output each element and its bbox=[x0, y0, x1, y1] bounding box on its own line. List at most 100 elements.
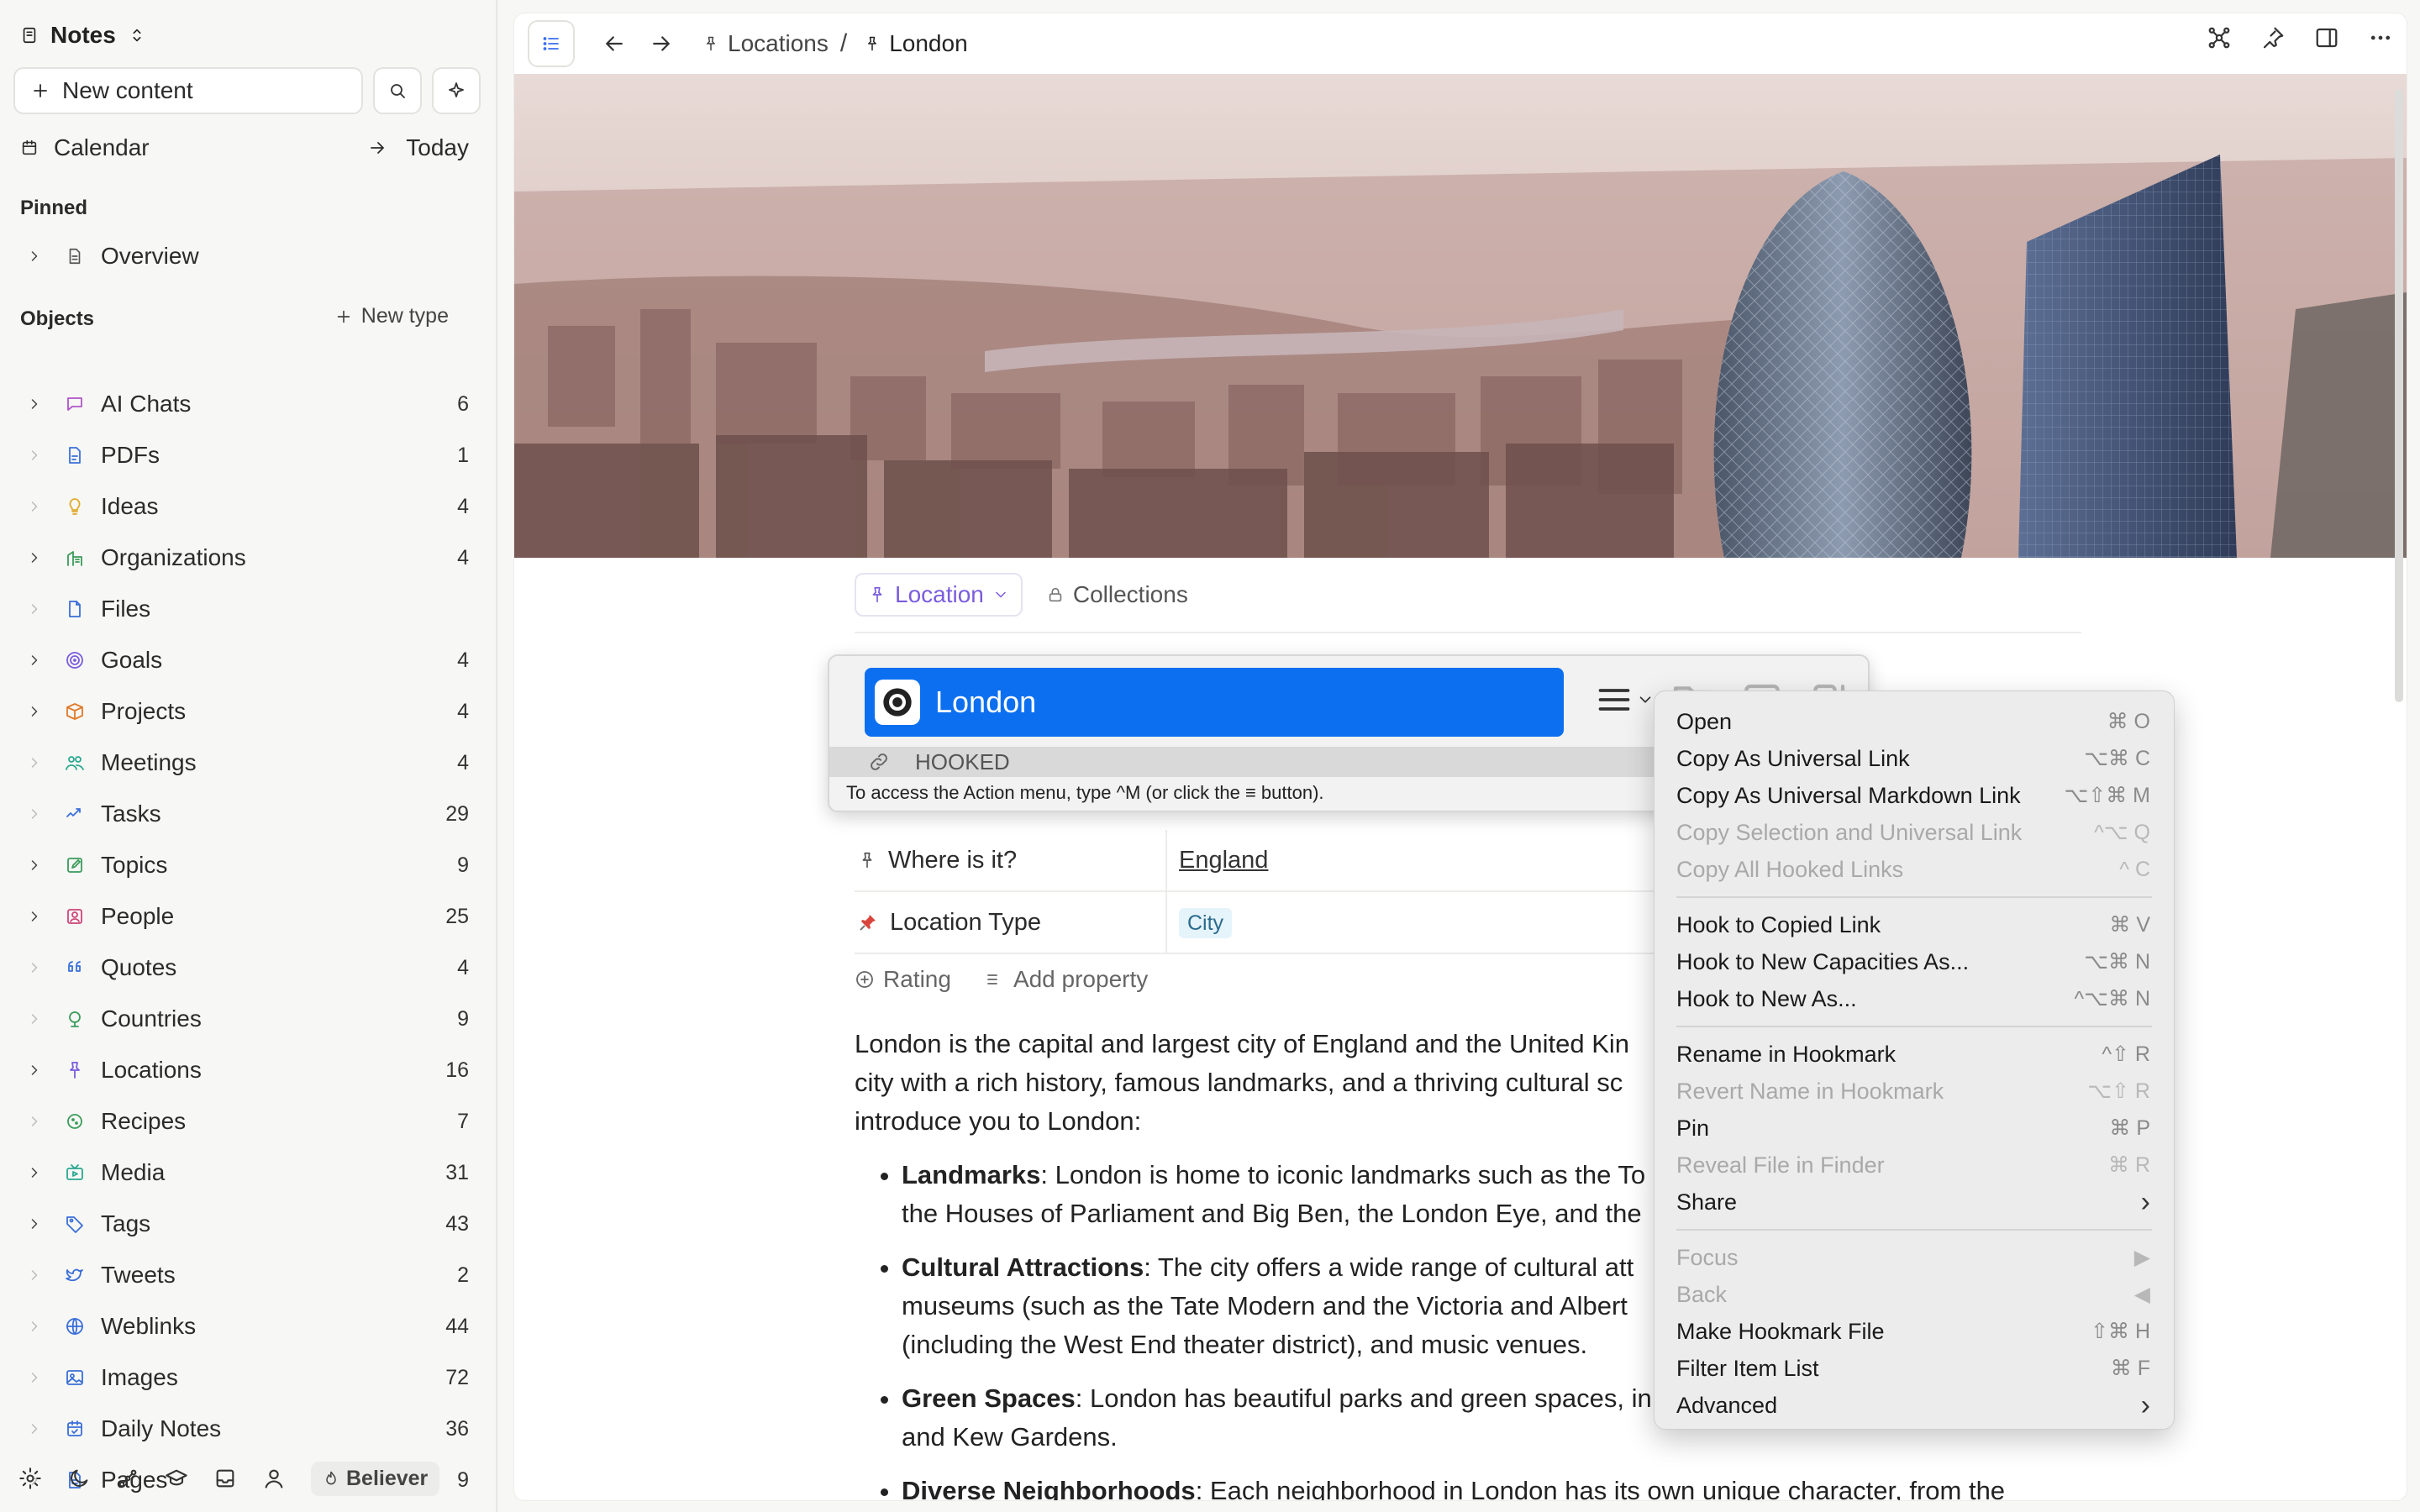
sidebar-item-count: 36 bbox=[445, 1416, 469, 1441]
ai-assistant-button[interactable] bbox=[432, 67, 481, 114]
plan-badge[interactable]: Believer bbox=[311, 1461, 440, 1496]
add-property-button[interactable]: Add property bbox=[985, 966, 1148, 993]
sidebar-item-ideas[interactable]: Ideas 4 bbox=[24, 486, 469, 528]
menu-item-copy-as-universal-markdown-link[interactable]: Copy As Universal Markdown Link ⌥⇧⌘ M bbox=[1655, 777, 2174, 814]
calendar-link[interactable]: Calendar bbox=[20, 134, 367, 161]
menu-item-share[interactable]: Share › bbox=[1655, 1184, 2174, 1221]
chevron-right-icon[interactable] bbox=[24, 1215, 45, 1232]
menu-item-make-hookmark-file[interactable]: Make Hookmark File ⇧⌘ H bbox=[1655, 1313, 2174, 1350]
new-type-button[interactable]: New type bbox=[334, 304, 449, 328]
chevron-right-icon[interactable] bbox=[24, 703, 45, 720]
chevron-right-icon[interactable] bbox=[24, 1420, 45, 1437]
chevron-right-icon[interactable] bbox=[24, 1318, 45, 1335]
menu-item-hook-to-copied-link[interactable]: Hook to Copied Link ⌘ V bbox=[1655, 906, 2174, 943]
sidebar-item-label: Images bbox=[101, 1364, 178, 1390]
chevron-right-icon[interactable] bbox=[24, 1011, 45, 1027]
moon-icon[interactable] bbox=[67, 1467, 91, 1490]
chevron-right-icon[interactable] bbox=[24, 447, 45, 464]
sidebar-item-goals[interactable]: Goals 4 bbox=[24, 639, 469, 681]
chat-icon bbox=[62, 391, 87, 417]
chevron-down-icon bbox=[992, 586, 1009, 603]
menu-item-hook-to-new-capacities-as[interactable]: Hook to New Capacities As... ⌥⌘ N bbox=[1655, 943, 2174, 980]
scrollbar-thumb[interactable] bbox=[2395, 89, 2403, 702]
menu-item-shortcut: ⌘ F bbox=[2110, 1357, 2150, 1380]
sidebar-item-label: People bbox=[101, 903, 175, 929]
chevron-right-icon[interactable] bbox=[24, 652, 45, 669]
add-rating-button[interactable]: Rating bbox=[855, 966, 951, 993]
sidebar-item-recipes[interactable]: Recipes 7 bbox=[24, 1100, 469, 1142]
chevron-right-icon[interactable] bbox=[24, 908, 45, 925]
sidebar-item-topics[interactable]: Topics 9 bbox=[24, 844, 469, 886]
sidebar-item-projects[interactable]: Projects 4 bbox=[24, 690, 469, 732]
inbox-icon[interactable] bbox=[213, 1467, 237, 1490]
location-type-tag[interactable]: City bbox=[1179, 907, 1233, 938]
account-icon[interactable] bbox=[262, 1467, 286, 1490]
sidebar-item-daily-notes[interactable]: Daily Notes 36 bbox=[24, 1408, 469, 1450]
menu-item-copy-as-universal-link[interactable]: Copy As Universal Link ⌥⌘ C bbox=[1655, 740, 2174, 777]
sidebar-toggle-icon[interactable] bbox=[2314, 25, 2339, 50]
new-content-button[interactable]: New content bbox=[13, 67, 363, 114]
sidebar-item-media[interactable]: Media 31 bbox=[24, 1152, 469, 1194]
menu-item-filter-item-list[interactable]: Filter Item List ⌘ F bbox=[1655, 1350, 2174, 1387]
chevron-right-icon[interactable] bbox=[24, 1164, 45, 1181]
menu-item-rename-in-hookmark[interactable]: Rename in Hookmark ^⇧ R bbox=[1655, 1036, 2174, 1073]
chevron-right-icon[interactable] bbox=[24, 959, 45, 976]
sidebar-item-weblinks[interactable]: Weblinks 44 bbox=[24, 1305, 469, 1347]
sidebar-item-quotes[interactable]: Quotes 4 bbox=[24, 947, 469, 989]
space-switcher[interactable]: Notes bbox=[20, 17, 146, 54]
sidebar-item-locations[interactable]: Locations 16 bbox=[24, 1049, 469, 1091]
property-row-where[interactable]: Where is it? England bbox=[855, 830, 1695, 892]
chevron-right-icon[interactable] bbox=[24, 248, 45, 265]
sidebar-item-ai-chats[interactable]: AI Chats 6 bbox=[24, 383, 469, 425]
breadcrumb-locations[interactable]: Locations bbox=[702, 30, 829, 57]
breadcrumb-london[interactable]: London bbox=[864, 30, 968, 57]
toc-button[interactable] bbox=[528, 20, 575, 67]
property-value-link[interactable]: England bbox=[1179, 847, 1268, 874]
sidebar-item-tasks[interactable]: Tasks 29 bbox=[24, 793, 469, 835]
graph-view-icon[interactable] bbox=[2207, 25, 2232, 50]
sidebar-item-countries[interactable]: Countries 9 bbox=[24, 998, 469, 1040]
chevron-right-icon[interactable] bbox=[24, 806, 45, 822]
settings-icon[interactable] bbox=[18, 1467, 42, 1490]
chevron-right-icon[interactable] bbox=[24, 396, 45, 412]
menu-item-pin[interactable]: Pin ⌘ P bbox=[1655, 1110, 2174, 1147]
chevron-right-icon[interactable] bbox=[24, 1267, 45, 1284]
sidebar-item-count: 4 bbox=[457, 545, 469, 570]
menu-item-advanced[interactable]: Advanced › bbox=[1655, 1387, 2174, 1424]
today-link[interactable]: Today bbox=[367, 134, 469, 161]
menu-item-label: Copy Selection and Universal Link bbox=[1676, 819, 2023, 845]
menu-item-label: Reveal File in Finder bbox=[1676, 1152, 1885, 1178]
sidebar-item-files[interactable]: Files bbox=[24, 588, 469, 630]
property-row-location-type[interactable]: Location Type City bbox=[855, 892, 1695, 954]
sidebar-item-pdfs[interactable]: PDFs 1 bbox=[24, 434, 469, 476]
chevron-right-icon[interactable] bbox=[24, 601, 45, 617]
menu-item-label: Hook to New As... bbox=[1676, 985, 1857, 1011]
academy-icon[interactable] bbox=[165, 1467, 188, 1490]
chevron-right-icon[interactable] bbox=[24, 1369, 45, 1386]
sidebar-item-people[interactable]: People 25 bbox=[24, 895, 469, 937]
hooked-item-title[interactable]: London bbox=[865, 668, 1564, 737]
collections-button[interactable]: Collections bbox=[1046, 581, 1188, 608]
type-selector[interactable]: Location bbox=[855, 573, 1023, 617]
chevron-right-icon[interactable] bbox=[24, 1062, 45, 1079]
sidebar-item-organizations[interactable]: Organizations 4 bbox=[24, 537, 469, 579]
forward-arrow-icon[interactable] bbox=[649, 31, 674, 56]
action-menu-button[interactable] bbox=[1596, 681, 1655, 718]
sidebar-item-images[interactable]: Images 72 bbox=[24, 1357, 469, 1399]
more-icon[interactable] bbox=[2368, 25, 2393, 50]
chevron-right-icon[interactable] bbox=[24, 498, 45, 515]
sidebar-item-tweets[interactable]: Tweets 2 bbox=[24, 1254, 469, 1296]
back-arrow-icon[interactable] bbox=[602, 31, 627, 56]
chevron-right-icon[interactable] bbox=[24, 549, 45, 566]
pinned-item-overview[interactable]: Overview bbox=[24, 235, 469, 277]
chevron-right-icon[interactable] bbox=[24, 1113, 45, 1130]
search-button[interactable] bbox=[373, 67, 422, 114]
chevron-right-icon[interactable] bbox=[24, 857, 45, 874]
menu-item-hook-to-new-as[interactable]: Hook to New As... ^⌥⌘ N bbox=[1655, 980, 2174, 1017]
graph-icon[interactable] bbox=[116, 1467, 139, 1490]
sidebar-item-tags[interactable]: Tags 43 bbox=[24, 1203, 469, 1245]
chevron-right-icon[interactable] bbox=[24, 754, 45, 771]
sidebar-item-meetings[interactable]: Meetings 4 bbox=[24, 742, 469, 784]
menu-item-open[interactable]: Open ⌘ O bbox=[1655, 703, 2174, 740]
pin-page-icon[interactable] bbox=[2260, 25, 2286, 50]
